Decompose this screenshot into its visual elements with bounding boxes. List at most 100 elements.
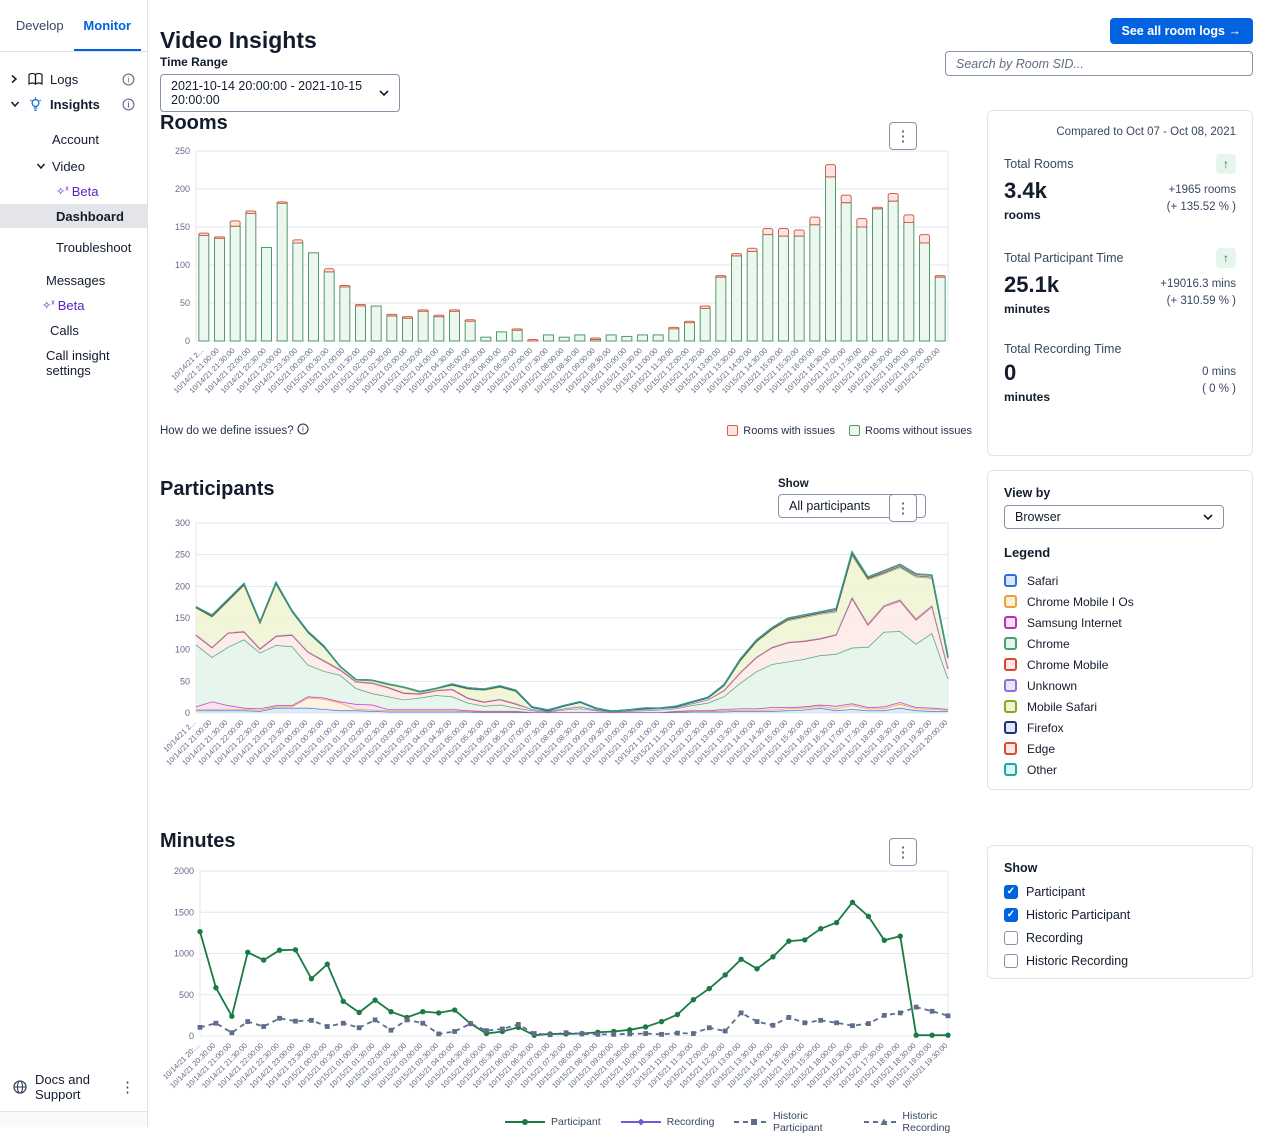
legend-swatch [1004,637,1017,650]
svg-text:50: 50 [180,676,190,686]
checkbox-checked[interactable]: ✓ [1004,885,1018,899]
sidebar-tabs: DevelopMonitor [0,0,147,52]
view-by-select[interactable]: Browser [1004,505,1224,529]
sidebar-item-beta[interactable]: ✧xBeta [0,179,147,203]
svg-text:250: 250 [175,550,190,560]
svg-text:150: 150 [175,222,190,232]
legend-swatch [1004,679,1017,692]
sidebar-item-calls[interactable]: Calls [0,318,147,342]
sidebar-item-label: Video [52,159,85,174]
minutes-chart: 050010001500200010/14/21 20:...10/14/21 … [160,863,972,1108]
participants-menu-button[interactable]: ⋮ [889,494,917,522]
search-input[interactable] [945,51,1253,76]
legend-label: Rooms without issues [865,425,972,437]
stat-value: 0 [1004,360,1050,386]
sidebar-bottom-strip [0,1111,147,1127]
chevron-down-icon [367,90,389,96]
show-card: Show ✓Participant✓Historic ParticipantRe… [987,845,1253,979]
sidebar-item-logs[interactable]: Logsi [0,67,147,91]
sidebar-item-call-insight-settings[interactable]: Call insight settings [0,351,147,375]
sidebar-kebab-icon[interactable]: ⋮ [120,1080,135,1095]
minutes-chart-svg: 050010001500200010/14/21 20:...10/14/21 … [160,863,960,1103]
define-issues-link[interactable]: How do we define issues? i [160,423,309,438]
legend-label: Firefox [1027,721,1064,735]
svg-text:1000: 1000 [174,949,194,959]
info-icon[interactable]: i [122,73,135,86]
trend-up-icon: ↑ [1216,248,1236,268]
kebab-icon: ⋮ [896,129,911,144]
participants-section: Participants Show All participants ⋮ 050… [160,478,972,782]
minutes-legend: Participant Recording Historic Participant… [505,1110,972,1134]
minutes-menu-button[interactable]: ⋮ [889,838,917,866]
chevron-right-icon[interactable] [10,74,20,84]
chevron-down-icon[interactable] [10,100,20,108]
legend-item-chrome-mobile: Chrome Mobile [1004,654,1236,675]
legend-label: Participant [551,1116,601,1128]
rooms-title: Rooms [160,112,972,135]
legend-label: Recording [667,1116,715,1128]
sidebar-item-messages[interactable]: Messages [0,268,147,292]
sidebar-item-insights[interactable]: Insights i [0,92,147,116]
svg-text:50: 50 [180,298,190,308]
sidebar-item-dashboard[interactable]: Dashboard [0,204,147,228]
minutes-legend-item: Historic Recording [864,1110,972,1134]
tab-monitor[interactable]: Monitor [74,0,142,51]
legend-swatch [1004,616,1017,629]
tab-develop[interactable]: Develop [6,0,74,51]
legend-swatch [1004,595,1017,608]
arrow-right-icon: → [1229,24,1242,38]
legend-swatch [1004,763,1017,776]
stat-unit: rooms [1004,208,1047,222]
legend-label: Chrome Mobile [1027,658,1108,672]
chevron-down-icon[interactable] [36,162,46,170]
svg-text:i: i [302,425,304,434]
minutes-section: Minutes ⋮ 050010001500200010/14/21 20:..… [160,830,972,1134]
define-issues-label: How do we define issues? [160,425,294,437]
info-icon: i [297,423,309,438]
rooms-chart: 05010015020025010/14/21 2...10/14/21 21:… [160,141,972,421]
checkbox-unchecked[interactable] [1004,931,1018,945]
legend-title: Legend [1004,545,1236,560]
legend-swatch [849,425,860,436]
legend-item-chrome: Chrome [1004,633,1236,654]
docs-label: Docs and Support [35,1072,120,1102]
kebab-icon: ⋮ [896,845,911,860]
checkbox-label: Participant [1026,885,1085,899]
compare-label: Compared to Oct 07 - Oct 08, 2021 [1004,126,1236,138]
legend-swatch [1004,721,1017,734]
stat-unit: minutes [1004,390,1050,404]
rooms-menu-button[interactable]: ⋮ [889,122,917,150]
svg-text:100: 100 [175,645,190,655]
sidebar-item-troubleshoot[interactable]: Troubleshoot [0,235,147,259]
stat-value: 3.4k [1004,178,1047,204]
checkbox-unchecked[interactable] [1004,954,1018,968]
docs-and-support[interactable]: Docs and Support ⋮ [0,1063,147,1111]
sidebar-item-beta[interactable]: ✧xBeta [0,293,147,317]
participants-chart-svg: 05010015020025030010/14/21 2...10/14/21 … [160,515,960,777]
participants-chart: 05010015020025030010/14/21 2...10/14/21 … [160,515,972,782]
sidebar-item-label: Insights [50,97,100,112]
stat-label: Total Participant Time [1004,251,1124,265]
rooms-footer: How do we define issues? i Rooms with is… [160,423,972,438]
sidebar-item-label: Calls [50,323,79,338]
legend-label: Edge [1027,742,1055,756]
stat-delta: +1965 rooms(+ 135.52 % ) [1167,182,1236,222]
sidebar-item-account[interactable]: Account [0,127,147,151]
time-range-select[interactable]: 2021-10-14 20:00:00 - 2021-10-15 20:00:0… [160,74,400,112]
svg-text:200: 200 [175,184,190,194]
minutes-legend-item: Participant [505,1116,601,1128]
see-all-room-logs-button[interactable]: See all room logs → [1110,18,1254,44]
sidebar-item-label: Beta [72,184,99,199]
info-icon[interactable]: i [122,98,135,111]
main-content: Video Insights See all room logs → Time … [147,0,1274,1127]
legend-label: Rooms with issues [743,425,835,437]
legend-label: Samsung Internet [1027,616,1122,630]
time-range-group: Time Range 2021-10-14 20:00:00 - 2021-10… [160,55,400,112]
sidebar-item-video[interactable]: Video [0,154,147,178]
legend-label: Chrome Mobile I Os [1027,595,1134,609]
checkbox-row-historic-recording: Historic Recording [1004,949,1236,972]
checkbox-checked[interactable]: ✓ [1004,908,1018,922]
stats-card: Compared to Oct 07 - Oct 08, 2021 Total … [987,110,1253,456]
legend-label: Historic Participant [773,1110,844,1134]
checkbox-label: Recording [1026,931,1083,945]
